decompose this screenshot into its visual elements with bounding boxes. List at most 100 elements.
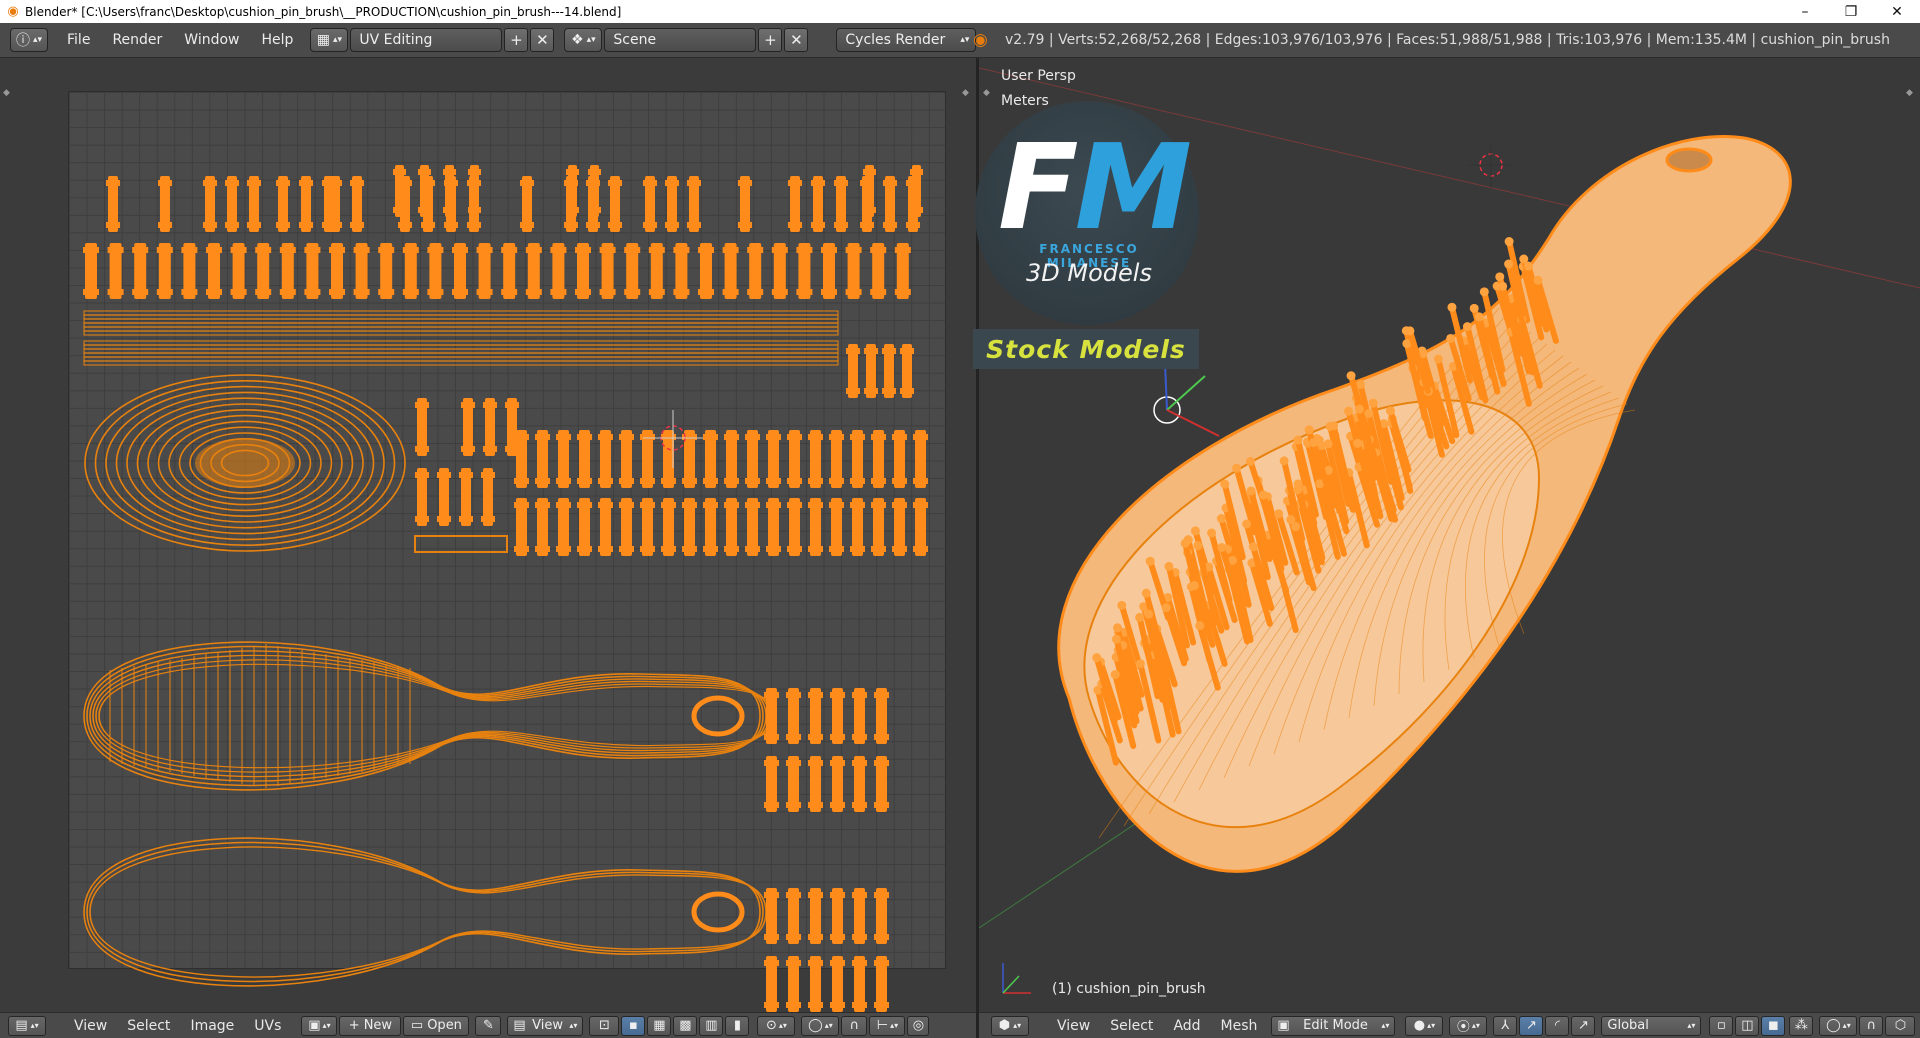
uv-brush-outline	[89, 650, 767, 782]
delete-screen-button[interactable]: ✕	[530, 28, 555, 52]
maximize-button[interactable]: ❐	[1828, 0, 1874, 23]
scene-name: Scene	[613, 32, 657, 48]
uv-sync-button[interactable]: ⊡	[589, 1015, 620, 1036]
edge-select-mode-button[interactable]: ◫	[1735, 1015, 1760, 1036]
snap-button[interactable]: ∩	[1859, 1015, 1884, 1036]
active-object-label: (1) cushion_pin_brush	[1052, 981, 1206, 997]
uv-pin-cap	[619, 502, 634, 508]
pivot-select[interactable]: ⊙ ▴▾	[757, 1015, 796, 1036]
uv-pin-cap	[703, 502, 718, 508]
uv-pin-cap	[598, 434, 613, 440]
minimize-button[interactable]: –	[1782, 0, 1828, 23]
view3d-menu-select[interactable]: Select	[1100, 1018, 1163, 1034]
island-select-button[interactable]: ▥	[699, 1015, 724, 1036]
image-editor-icon: ▤	[15, 1018, 28, 1033]
face-select-mode-button[interactable]: ◼	[1761, 1015, 1786, 1036]
editor-type-image-button[interactable]: ▤ ▴▾	[8, 1015, 46, 1036]
uv-pin-cap	[834, 180, 848, 186]
uv-pin-cap	[461, 446, 475, 452]
uv-pin-cap	[764, 934, 779, 940]
uv-pin-cap	[181, 247, 198, 253]
add-scene-button[interactable]: +	[758, 28, 783, 52]
uv-pin-cap	[738, 222, 752, 228]
view3d-menu-view[interactable]: View	[1047, 1018, 1100, 1034]
editor-type-3dview-button[interactable]: ⬢ ▴▾	[991, 1015, 1029, 1036]
view3d-menu-mesh[interactable]: Mesh	[1211, 1018, 1268, 1034]
uv-brush-outline	[86, 645, 764, 787]
image-mode-select[interactable]: ▤ View ▴▾	[507, 1015, 584, 1036]
menu-file[interactable]: File	[56, 28, 101, 52]
screen-layout-field[interactable]: UV Editing	[350, 28, 503, 52]
updown-arrows-icon: ▴▾	[1381, 1021, 1390, 1030]
occlude-geometry-button[interactable]: ⁂	[1789, 1015, 1814, 1036]
uv-pin-cap	[786, 934, 801, 940]
scene-field[interactable]: Scene	[604, 28, 757, 52]
uv-pin-cap	[821, 247, 837, 253]
open-image-button[interactable]: ▭ Open	[403, 1015, 470, 1036]
updown-arrows-icon: ▴▾	[32, 35, 43, 45]
scene-browse-button[interactable]: ❖ ▴▾	[564, 28, 603, 52]
uv-pin-cap	[648, 247, 665, 253]
uv-pin-cap	[787, 502, 802, 508]
menu-window[interactable]: Window	[173, 28, 250, 52]
snap-toggle-button[interactable]: ∩	[841, 1015, 868, 1036]
rotate-manipulator-button[interactable]: ◜	[1545, 1015, 1570, 1036]
sticky-select-button[interactable]: ▮	[725, 1015, 750, 1036]
uv-pin-cap	[501, 247, 518, 253]
updown-arrows-icon: ▴▾	[569, 1021, 578, 1030]
transform-orientation-select[interactable]: Global ▴▾	[1601, 1015, 1702, 1036]
face-select-button[interactable]: ▩	[673, 1015, 698, 1036]
pivot-point-select[interactable]: ⦿ ▴▾	[1449, 1015, 1488, 1036]
manipulator-toggle-button[interactable]: ⅄	[1493, 1015, 1518, 1036]
close-button[interactable]: ✕	[1874, 0, 1920, 23]
add-screen-button[interactable]: +	[504, 28, 529, 52]
bristle-tip	[1291, 522, 1301, 532]
uv-menu-image[interactable]: Image	[180, 1018, 244, 1034]
pin-image-button[interactable]: ✎	[475, 1015, 502, 1036]
image-browse-button[interactable]: ▣ ▴▾	[301, 1015, 338, 1036]
scale-manipulator-button[interactable]: ↗	[1571, 1015, 1596, 1036]
watermark-logo: FM	[998, 128, 1192, 246]
screen-layout-browse-button[interactable]: ▦ ▴▾	[310, 28, 349, 52]
snap-element-select[interactable]: ⊢ ▴▾	[869, 1015, 906, 1036]
uv-pin-cap	[687, 180, 701, 186]
uv-small-strip	[414, 535, 508, 553]
uv-image-editor[interactable]: ◆ ◆	[0, 58, 976, 1012]
bristle-tip	[1258, 490, 1268, 500]
blender-logo-icon: ◉	[7, 4, 19, 19]
uv-local-view-button[interactable]: ◎	[907, 1015, 930, 1036]
region-toggle-right-icon[interactable]: ◆	[1906, 88, 1913, 98]
view3d-menu-add[interactable]: Add	[1163, 1018, 1210, 1034]
vertex-select-mode-button[interactable]: ▫	[1709, 1015, 1734, 1036]
snap-target-select[interactable]: ⬡	[1885, 1015, 1916, 1036]
viewport-shading-select[interactable]: ● ▴▾	[1405, 1015, 1444, 1036]
uv-pin-cap	[808, 934, 823, 940]
interaction-mode-select[interactable]: ▣ Edit Mode ▴▾	[1271, 1015, 1396, 1036]
delete-scene-button[interactable]: ✕	[784, 28, 809, 52]
uv-pin-cap	[556, 434, 571, 440]
vertex-select-button[interactable]: ▪	[621, 1015, 646, 1036]
uv-pin-cap	[427, 289, 444, 295]
bristle-tip	[1216, 514, 1226, 524]
menu-help[interactable]: Help	[250, 28, 304, 52]
uv-pin-cap	[910, 169, 923, 175]
new-image-button[interactable]: + New	[339, 1015, 402, 1036]
uv-menu-select[interactable]: Select	[117, 1018, 180, 1034]
uv-pin-cap	[808, 478, 823, 484]
uv-pin-cap	[461, 402, 475, 408]
proportional-editing-select[interactable]: ◯ ▴▾	[1819, 1015, 1858, 1036]
editor-type-info-button[interactable]: ⓘ ▴▾	[10, 28, 48, 52]
uv-pin-cap	[808, 502, 823, 508]
menu-render[interactable]: Render	[101, 28, 173, 52]
uv-pin-cap	[279, 289, 296, 295]
bristle-tip	[1523, 261, 1533, 271]
edge-select-button[interactable]: ▦	[647, 1015, 672, 1036]
render-engine-select[interactable]: Cycles Render ▴▾	[836, 28, 977, 52]
proportional-edit-select[interactable]: ◯ ▴▾	[801, 1015, 840, 1036]
uv-menu-view[interactable]: View	[64, 1018, 117, 1034]
uv-pin-cap	[564, 180, 578, 186]
uv-menu-uvs[interactable]: UVs	[244, 1018, 291, 1034]
translate-manipulator-button[interactable]: ↗	[1519, 1015, 1544, 1036]
render-result-icon: ◎	[912, 1018, 925, 1033]
region-toggle-left-icon[interactable]: ◆	[983, 88, 990, 98]
